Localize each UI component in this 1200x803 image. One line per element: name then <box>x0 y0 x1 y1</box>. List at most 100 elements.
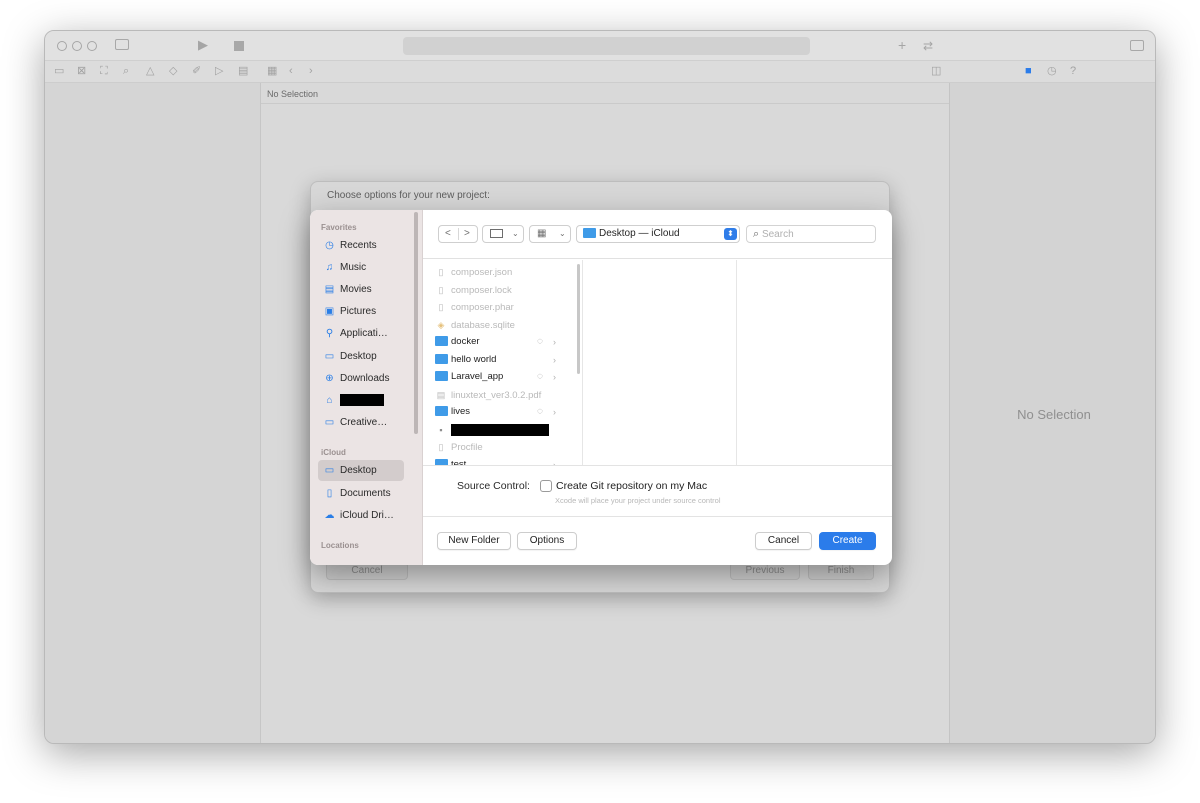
group-button[interactable]: ▦ ⌄ <box>529 225 571 243</box>
file-row[interactable]: ▯ Procfile <box>435 439 570 455</box>
forward-button[interactable]: > <box>464 226 470 242</box>
sidebar-item-pictures[interactable]: ▣ Pictures <box>318 301 404 322</box>
chevron-right-icon: › <box>553 355 556 365</box>
file-row[interactable]: ▯ composer.lock <box>435 282 570 298</box>
folder-icon[interactable]: ▭ <box>54 65 64 78</box>
sidebar-item-icloud-desktop[interactable]: ▭ Desktop <box>318 460 404 481</box>
file-name: lives <box>451 406 471 417</box>
minimize-window-button[interactable] <box>72 41 82 51</box>
grid-icon[interactable]: ▦ <box>267 65 277 78</box>
git-hint-text: Xcode will place your project under sour… <box>555 496 721 505</box>
test-icon[interactable]: ◇ <box>169 65 177 78</box>
sidebar-item-recents[interactable]: ◷ Recents <box>318 235 404 256</box>
sidebar-icon[interactable] <box>115 39 129 50</box>
file-row[interactable]: ▯ composer.phar <box>435 299 570 315</box>
breakpoint-icon[interactable]: ▷ <box>215 65 223 78</box>
file-name: docker <box>451 336 480 347</box>
source-control-options: Source Control: Create Git repository on… <box>423 465 892 517</box>
navigator-bar: ▭ ⊠ ⛶ ⌕ △ ◇ ✐ ▷ ▤ ▦ ‹ › ◫ ■ ◷ ? <box>45 61 1155 83</box>
stop-icon[interactable] <box>234 41 244 51</box>
sidebar-item-label: Recents <box>340 240 377 251</box>
new-folder-button[interactable]: New Folder <box>437 532 511 550</box>
back-icon[interactable]: ‹ <box>289 65 293 78</box>
forward-icon[interactable]: › <box>309 65 313 78</box>
plus-icon[interactable]: + <box>898 38 906 52</box>
browser-column: ▯ composer.json ▯ composer.lock ▯ composer.… <box>423 260 583 465</box>
swap-icon[interactable]: ⇄ <box>923 39 933 53</box>
cloud-download-icon[interactable]: ◌ <box>537 404 543 420</box>
file-row[interactable]: ▤ linuxtext_ver3.0.2.pdf <box>435 387 570 403</box>
folder-icon <box>435 336 448 347</box>
file-row[interactable]: ▯ composer.json <box>435 264 570 280</box>
cloud-icon: ☁ <box>324 510 335 521</box>
sidebar-item-downloads[interactable]: ⊕ Downloads <box>318 368 404 389</box>
hierarchy-icon[interactable]: ⛶ <box>100 65 108 78</box>
git-repo-checkbox[interactable] <box>540 480 552 492</box>
search-icon: ⌕ <box>753 228 760 240</box>
window-toolbar: ▶ + ⇄ <box>45 31 1155 61</box>
source-control-label: Source Control: <box>457 480 530 492</box>
folder-row[interactable]: lives ◌ › <box>435 404 570 420</box>
save-panel: Favorites ◷ Recents ♫ Music ▤ Movies ▣ Pictu… <box>310 210 892 565</box>
folder-row[interactable]: hello world › <box>435 352 570 368</box>
sidebar-item-documents[interactable]: ▯ Documents <box>318 483 404 504</box>
sidebar-item-label: Pictures <box>340 306 377 317</box>
grid-icon: ▦ <box>537 228 547 239</box>
view-mode-button[interactable]: ⌄ <box>482 225 524 243</box>
sidebar-item-icloud-drive[interactable]: ☁ iCloud Dri… <box>318 505 404 526</box>
sidebar-item-home[interactable]: ⌂ <box>318 390 404 411</box>
source-control-icon[interactable]: ⊠ <box>77 65 86 78</box>
document-icon: ▯ <box>326 488 333 499</box>
options-button[interactable]: Options <box>517 532 577 550</box>
chevron-down-icon: ⌄ <box>559 229 566 238</box>
editor-options-icon[interactable]: ◫ <box>931 65 941 78</box>
file-row[interactable]: ◈ database.sqlite <box>435 317 570 333</box>
report-icon[interactable]: ▤ <box>238 65 248 78</box>
file-row[interactable]: ▪ <box>435 422 570 438</box>
pdf-file-icon: ▤ <box>436 390 446 400</box>
cancel-button[interactable]: Cancel <box>755 532 812 550</box>
play-icon[interactable]: ▶ <box>198 38 208 52</box>
chevron-right-icon: › <box>553 337 556 347</box>
sidebar-item-label: Downloads <box>340 373 390 384</box>
chevron-down-icon: ⌄ <box>512 229 519 238</box>
search-icon[interactable]: ⌕ <box>123 65 129 78</box>
folder-row[interactable]: test › <box>435 457 570 465</box>
history-icon[interactable]: ◷ <box>1047 65 1057 78</box>
file-name: composer.phar <box>451 302 514 313</box>
git-repo-checkbox-label[interactable]: Create Git repository on my Mac <box>556 480 707 492</box>
create-button[interactable]: Create <box>819 532 876 550</box>
database-file-icon: ◈ <box>437 320 445 330</box>
jump-bar: No Selection <box>261 83 949 104</box>
panel-toolbar: < > ⌄ ▦ ⌄ Desktop — iCloud ⬍ ⌕ Search <box>423 210 892 259</box>
close-window-button[interactable] <box>57 41 67 51</box>
back-button[interactable]: < <box>445 226 451 242</box>
sidebar-scrollbar[interactable] <box>414 212 418 434</box>
folder-row[interactable]: docker ◌ › <box>435 334 570 350</box>
sidebar-item-label: Music <box>340 262 367 273</box>
column-scrollbar[interactable] <box>577 264 580 374</box>
cloud-download-icon[interactable]: ◌ <box>537 369 543 385</box>
file-icon: ▯ <box>438 285 444 295</box>
sidebar-item-applications[interactable]: ⚲ Applicati… <box>318 323 404 344</box>
sidebar-item-label: Applicati… <box>340 328 388 339</box>
folder-row[interactable]: Laravel_app ◌ › <box>435 369 570 385</box>
sidebar-item-movies[interactable]: ▤ Movies <box>318 279 404 300</box>
warning-icon[interactable]: △ <box>146 65 154 78</box>
download-icon: ⊕ <box>325 373 334 384</box>
folder-icon <box>435 371 448 382</box>
sidebar-item-music[interactable]: ♫ Music <box>318 257 404 278</box>
debug-icon[interactable]: ✐ <box>192 65 201 78</box>
cloud-download-icon[interactable]: ◌ <box>537 334 543 350</box>
apps-icon: ⚲ <box>325 328 334 339</box>
zoom-window-button[interactable] <box>87 41 97 51</box>
inspector-toggle-icon[interactable] <box>1130 40 1144 51</box>
search-field[interactable]: ⌕ Search <box>746 225 876 243</box>
sidebar-item-desktop[interactable]: ▭ Desktop <box>318 346 404 367</box>
file-inspector-icon[interactable]: ■ <box>1025 65 1032 78</box>
location-popup[interactable]: Desktop — iCloud ⬍ <box>576 225 740 243</box>
browser-column <box>585 260 737 465</box>
popup-arrows-icon: ⬍ <box>724 228 737 240</box>
sidebar-item-creative[interactable]: ▭ Creative… <box>318 412 404 433</box>
help-icon[interactable]: ? <box>1070 65 1076 78</box>
